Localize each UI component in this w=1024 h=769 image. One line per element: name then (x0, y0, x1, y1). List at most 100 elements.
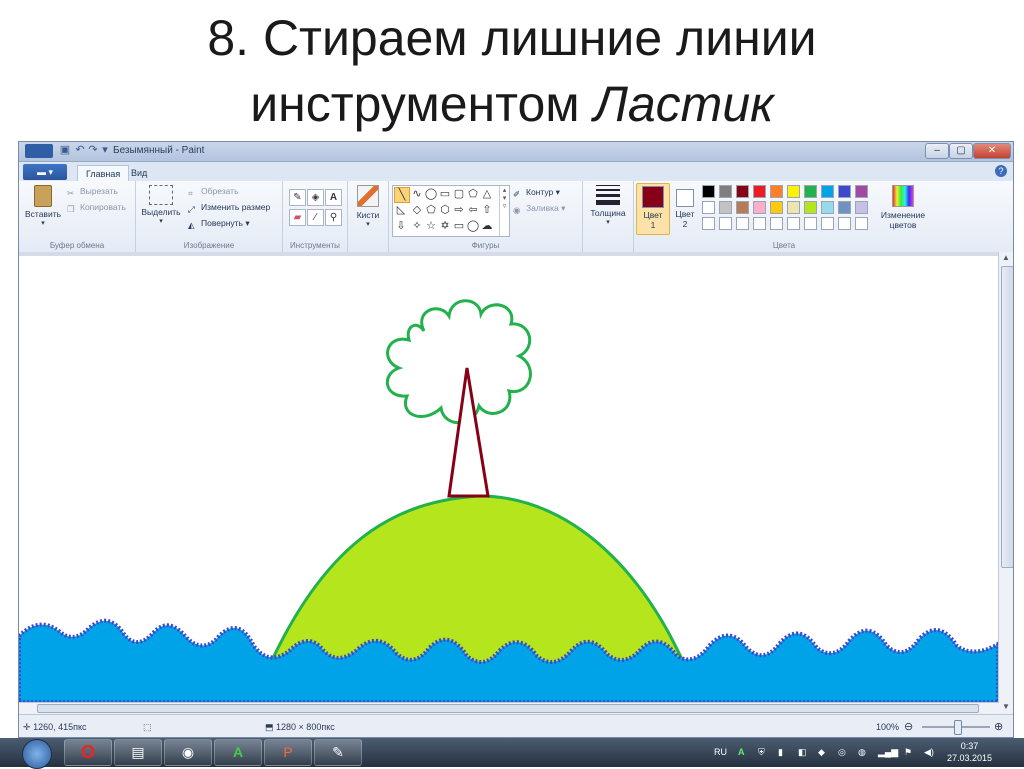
paste-dropdown-icon[interactable]: ▾ (23, 219, 63, 227)
scroll-up-icon[interactable]: ▲ (1002, 253, 1010, 262)
eraser-icon[interactable]: ▰ (289, 209, 306, 226)
polygon-shape-icon[interactable]: ⬠ (466, 187, 480, 201)
palette-swatch[interactable] (719, 185, 732, 198)
tray-update-icon[interactable]: ◍ (858, 747, 866, 758)
tray-network-icon[interactable]: ▮ (778, 747, 783, 758)
palette-swatch[interactable] (736, 185, 749, 198)
rounded-rect-shape-icon[interactable]: ▢ (452, 187, 466, 201)
edit-colors-button[interactable]: Изменение цветов (876, 185, 930, 230)
quick-access-dropdown-icon[interactable]: ▾ (99, 144, 111, 157)
palette-custom-swatch[interactable] (770, 217, 783, 230)
right-triangle-shape-icon[interactable]: ◺ (394, 203, 408, 217)
clock[interactable]: 0:37 27.03.2015 (947, 740, 992, 764)
cut-button[interactable]: ✂ Вырезать (67, 186, 118, 198)
tray-misc-icon[interactable]: ◆ (818, 747, 825, 758)
hexagon-shape-icon[interactable]: ⬡ (438, 203, 452, 217)
size-button[interactable]: Толщина ▾ (587, 185, 629, 226)
palette-swatch[interactable] (753, 201, 766, 214)
paint-taskbar-icon[interactable]: ✎ (314, 739, 362, 766)
pentagon-shape-icon[interactable]: ⬠ (424, 203, 438, 217)
arrow-down-shape-icon[interactable]: ⇩ (394, 219, 408, 233)
fill-bucket-icon[interactable]: ◈ (307, 189, 324, 206)
app-icon[interactable]: ◉ (164, 739, 212, 766)
palette-custom-swatch[interactable] (787, 217, 800, 230)
palette-swatch[interactable] (838, 201, 851, 214)
triangle-shape-icon[interactable]: △ (480, 187, 494, 201)
callout-oval-shape-icon[interactable]: ◯ (466, 219, 480, 233)
rotate-button[interactable]: ◭ Повернуть ▾ (188, 218, 250, 230)
outline-button[interactable]: ✐ Контур ▾ (513, 187, 560, 199)
tray-battery-icon[interactable]: ◧ (798, 747, 807, 758)
palette-swatch[interactable] (702, 185, 715, 198)
palette-swatch[interactable] (838, 185, 851, 198)
palette-swatch[interactable] (736, 201, 749, 214)
palette-swatch[interactable] (702, 201, 715, 214)
palette-swatch[interactable] (804, 185, 817, 198)
undo-icon[interactable]: ↶ (74, 144, 86, 157)
close-button[interactable]: ✕ (973, 143, 1011, 159)
rectangle-shape-icon[interactable]: ▭ (438, 187, 452, 201)
resize-button[interactable]: ⤢ Изменить размер (188, 202, 270, 214)
text-tool-icon[interactable]: A (325, 189, 342, 206)
help-icon[interactable]: ? (995, 165, 1007, 177)
palette-custom-swatch[interactable] (804, 217, 817, 230)
palette-custom-swatch[interactable] (838, 217, 851, 230)
zoom-slider-knob[interactable] (954, 720, 962, 735)
line-shape-icon[interactable]: ╲ (394, 187, 410, 203)
vertical-scroll-thumb[interactable] (1001, 266, 1013, 568)
horizontal-scrollbar[interactable] (19, 702, 999, 713)
start-button-icon[interactable] (22, 739, 52, 769)
palette-swatch[interactable] (804, 201, 817, 214)
shapes-scroll-icon[interactable]: ▴ ▾ ▿ (499, 186, 509, 236)
tray-sync-icon[interactable]: ◎ (838, 747, 846, 758)
brushes-dropdown-icon[interactable]: ▾ (352, 220, 384, 228)
palette-swatch[interactable] (787, 201, 800, 214)
palette-custom-swatch[interactable] (719, 217, 732, 230)
paste-button[interactable]: Вставить ▾ (23, 185, 63, 227)
curve-shape-icon[interactable]: ∿ (410, 187, 424, 201)
oval-shape-icon[interactable]: ◯ (424, 187, 438, 201)
powerpoint-icon[interactable]: P (264, 739, 312, 766)
palette-swatch[interactable] (753, 185, 766, 198)
palette-swatch[interactable] (787, 185, 800, 198)
select-button[interactable]: Выделить ▾ (140, 185, 182, 225)
arrow-left-shape-icon[interactable]: ⇦ (466, 203, 480, 217)
palette-custom-swatch[interactable] (821, 217, 834, 230)
arrow-right-shape-icon[interactable]: ⇨ (452, 203, 466, 217)
color1-button[interactable]: Цвет 1 (636, 183, 670, 235)
tray-shield-icon[interactable]: ⛨ (758, 747, 765, 758)
select-dropdown-icon[interactable]: ▾ (140, 217, 182, 225)
tray-flag-icon[interactable]: ⚑ (904, 747, 912, 758)
minimize-button[interactable]: – (925, 143, 949, 159)
palette-custom-swatch[interactable] (855, 217, 868, 230)
palette-swatch[interactable] (770, 185, 783, 198)
copy-button[interactable]: ❐ Копировать (67, 202, 126, 214)
palette-swatch[interactable] (770, 201, 783, 214)
tab-view[interactable]: Вид (123, 165, 155, 181)
opera-icon[interactable]: O (64, 739, 112, 766)
tray-app-icon[interactable]: A (738, 747, 745, 757)
palette-swatch[interactable] (855, 201, 868, 214)
star4-shape-icon[interactable]: ✧ (410, 219, 424, 233)
scroll-down-icon[interactable]: ▼ (1002, 702, 1010, 711)
tray-volume-icon[interactable]: ◀) (924, 747, 934, 758)
palette-swatch[interactable] (821, 185, 834, 198)
zoom-in-icon[interactable]: ⊕ (994, 720, 1003, 733)
palette-swatch[interactable] (855, 185, 868, 198)
crop-button[interactable]: ⌗ Обрезать (188, 186, 239, 198)
zoom-out-icon[interactable]: ⊖ (904, 720, 913, 733)
star5-shape-icon[interactable]: ☆ (424, 219, 438, 233)
vertical-scrollbar[interactable]: ▲ ▼ (998, 252, 1013, 712)
explorer-icon[interactable]: ▤ (114, 739, 162, 766)
diamond-shape-icon[interactable]: ◇ (410, 203, 424, 217)
color-picker-icon[interactable]: ⁄ (307, 209, 324, 226)
callout-rect-shape-icon[interactable]: ▭ (452, 219, 466, 233)
tab-home[interactable]: Главная (77, 165, 130, 182)
callout-cloud-shape-icon[interactable]: ☁ (480, 219, 494, 233)
star6-shape-icon[interactable]: ✡ (438, 219, 452, 233)
brushes-button[interactable]: Кисти ▾ (352, 185, 384, 228)
arrow-up-shape-icon[interactable]: ⇧ (480, 203, 494, 217)
save-icon[interactable]: ▣ (59, 144, 71, 157)
color2-button[interactable]: Цвет 2 (670, 183, 700, 233)
pencil-icon[interactable]: ✎ (289, 189, 306, 206)
